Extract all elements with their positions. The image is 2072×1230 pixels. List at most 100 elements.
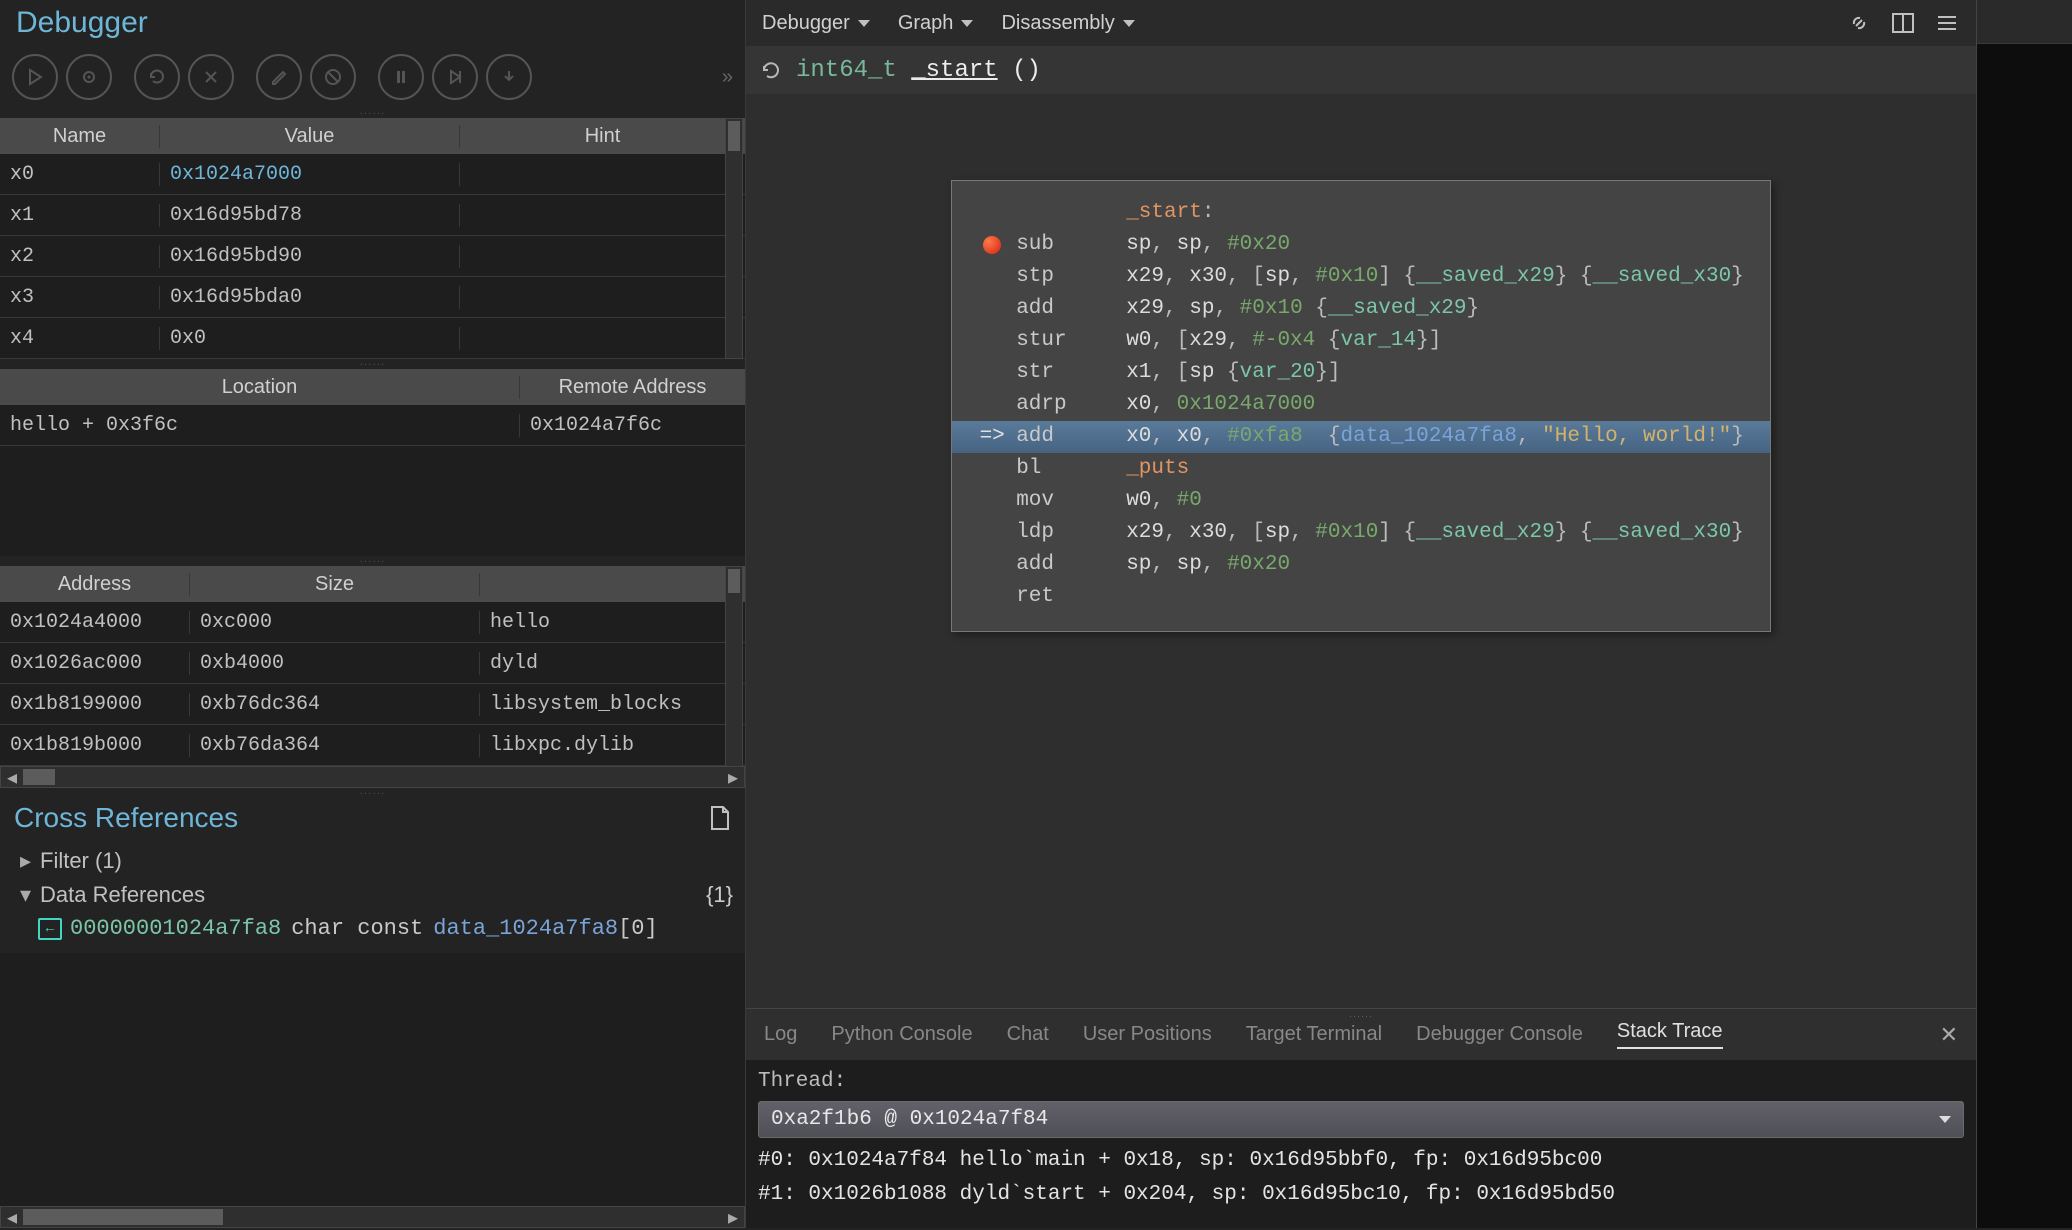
disasm-line[interactable]: movw0, #0: [968, 485, 1744, 517]
function-parens: (): [1012, 57, 1041, 84]
disasm-line[interactable]: sturw0, [x29, #-0x4 {var_14}]: [968, 325, 1744, 357]
xref-address: 00000001024a7fa8: [70, 916, 281, 941]
step-into-button[interactable]: [486, 54, 532, 100]
caret-down-icon: [858, 20, 870, 27]
splitter-handle[interactable]: ······: [1349, 1011, 1373, 1021]
table-row[interactable]: x40x0: [0, 318, 745, 359]
xref-item[interactable]: ← 00000001024a7fa8 char const data_1024a…: [20, 912, 733, 945]
xref-arrow-icon: ←: [38, 918, 62, 940]
col-header-address[interactable]: Address: [0, 573, 190, 596]
table-row[interactable]: x20x16d95bd90: [0, 236, 745, 277]
main-panel: Debugger Graph Disassembly int64_t _start …: [746, 0, 1976, 1228]
tab-chat[interactable]: Chat: [1007, 1023, 1049, 1046]
split-view-icon[interactable]: [1890, 10, 1916, 36]
edit-button[interactable]: [256, 54, 302, 100]
modules-scrollbar[interactable]: [725, 566, 743, 788]
filter-label: Filter (1): [40, 848, 122, 874]
col-header-remote-address[interactable]: Remote Address: [520, 376, 745, 399]
pause-button[interactable]: [378, 54, 424, 100]
cross-references-header: Cross References: [0, 798, 745, 842]
tab-stack-trace[interactable]: Stack Trace: [1617, 1020, 1723, 1049]
disclosure-right-icon: ▸: [20, 848, 40, 874]
xref-filter-row[interactable]: ▸ Filter (1): [20, 844, 733, 878]
cross-references-title: Cross References: [14, 802, 238, 834]
disasm-line[interactable]: addx29, sp, #0x10 {__saved_x29}: [968, 293, 1744, 325]
disasm-line[interactable]: addsp, sp, #0x20: [968, 549, 1744, 581]
xrefs-hscroll[interactable]: ◂ ▸: [0, 1206, 745, 1228]
disassembly-view[interactable]: _start:subsp, sp, #0x20stpx29, x30, [sp,…: [746, 94, 1976, 1008]
modules-hscroll[interactable]: ◂ ▸: [0, 766, 745, 788]
left-sidebar: Debugger » ······ Name Value Hint x00x10…: [0, 0, 746, 1228]
splitter-handle[interactable]: ······: [0, 788, 745, 798]
registers-scrollbar[interactable]: [725, 118, 743, 359]
restart-button[interactable]: [134, 54, 180, 100]
table-row[interactable]: x10x16d95bd78: [0, 195, 745, 236]
xref-type: char const: [291, 916, 423, 941]
stack-frame[interactable]: #0: 0x1024a7f84 hello`main + 0x18, sp: 0…: [758, 1144, 1964, 1178]
menu-disassembly[interactable]: Disassembly: [1001, 12, 1134, 35]
splitter-handle[interactable]: ······: [0, 108, 745, 118]
col-header-value[interactable]: Value: [160, 125, 460, 148]
col-header-hint[interactable]: Hint: [460, 125, 745, 148]
disasm-line[interactable]: ldpx29, x30, [sp, #0x10] {__saved_x29} {…: [968, 517, 1744, 549]
col-header-location[interactable]: Location: [0, 376, 520, 399]
table-row[interactable]: x00x1024a7000: [0, 154, 745, 195]
thread-select[interactable]: 0xa2f1b6 @ 0x1024a7f84: [758, 1101, 1964, 1138]
tab-user-positions[interactable]: User Positions: [1083, 1023, 1212, 1046]
tab-python-console[interactable]: Python Console: [831, 1023, 972, 1046]
tab-target-terminal[interactable]: Target Terminal: [1246, 1023, 1382, 1046]
disasm-line[interactable]: adrpx0, 0x1024a7000: [968, 389, 1744, 421]
xref-index: [0]: [618, 916, 658, 941]
page-icon[interactable]: [709, 805, 731, 831]
stack-frame[interactable]: #1: 0x1026b1088 dyld`start + 0x204, sp: …: [758, 1178, 1964, 1212]
panel-title-debugger: Debugger: [0, 0, 745, 50]
splitter-handle[interactable]: ······: [0, 359, 745, 369]
xref-name: data_1024a7fa8: [433, 916, 618, 941]
disasm-line[interactable]: bl_puts: [968, 453, 1744, 485]
scroll-right-icon[interactable]: ▸: [722, 765, 744, 790]
scroll-right-icon[interactable]: ▸: [722, 1205, 744, 1230]
disclosure-down-icon: ▾: [20, 882, 40, 908]
disasm-line[interactable]: strx1, [sp {var_20}]: [968, 357, 1744, 389]
toolbar-overflow-icon[interactable]: »: [722, 66, 733, 89]
tab-log[interactable]: Log: [764, 1023, 797, 1046]
thread-selected: 0xa2f1b6 @ 0x1024a7f84: [771, 1108, 1048, 1131]
function-signature-bar: int64_t _start (): [746, 46, 1976, 94]
scroll-left-icon[interactable]: ◂: [1, 1205, 23, 1230]
table-row[interactable]: 0x1026ac0000xb4000dyld: [0, 643, 745, 684]
table-row[interactable]: x30x16d95bda0: [0, 277, 745, 318]
step-over-button[interactable]: [432, 54, 478, 100]
function-name[interactable]: _start: [911, 57, 997, 84]
disassembly-block: _start:subsp, sp, #0x20stpx29, x30, [sp,…: [951, 180, 1771, 632]
splitter-handle[interactable]: ······: [0, 556, 745, 566]
disasm-line[interactable]: =>addx0, x0, #0xfa8 {data_1024a7fa8, "He…: [952, 421, 1770, 453]
modules-table: Address Size 0x1024a40000xc000hello0x102…: [0, 566, 745, 788]
xref-data-refs-row[interactable]: ▾ Data References {1}: [20, 878, 733, 912]
disasm-line[interactable]: ret: [968, 581, 1744, 613]
stop-button[interactable]: [188, 54, 234, 100]
target-button[interactable]: [66, 54, 112, 100]
close-icon[interactable]: ✕: [1940, 1022, 1958, 1048]
scroll-left-icon[interactable]: ◂: [1, 765, 23, 790]
cross-references-list: ▸ Filter (1) ▾ Data References {1} ← 000…: [0, 842, 745, 953]
table-row[interactable]: 0x1024a40000xc000hello: [0, 602, 745, 643]
menu-debugger[interactable]: Debugger: [762, 12, 870, 35]
data-references-label: Data References: [40, 882, 205, 908]
table-row[interactable]: 0x1b81990000xb76dc364libsystem_blocks: [0, 684, 745, 725]
breakpoint-icon[interactable]: [983, 236, 1001, 254]
col-header-name[interactable]: Name: [0, 125, 160, 148]
col-header-size[interactable]: Size: [190, 573, 480, 596]
refresh-icon[interactable]: [760, 59, 782, 81]
table-row[interactable]: hello + 0x3f6c0x1024a7f6c: [0, 405, 745, 446]
disasm-line[interactable]: stpx29, x30, [sp, #0x10] {__saved_x29} {…: [968, 261, 1744, 293]
right-collapsed-panel[interactable]: [1976, 0, 2072, 1228]
link-icon[interactable]: [1846, 10, 1872, 36]
tab-debugger-console[interactable]: Debugger Console: [1416, 1023, 1583, 1046]
menu-graph[interactable]: Graph: [898, 12, 974, 35]
play-button[interactable]: [12, 54, 58, 100]
no-entry-button[interactable]: [310, 54, 356, 100]
caret-down-icon: [1123, 20, 1135, 27]
disasm-line[interactable]: subsp, sp, #0x20: [968, 229, 1744, 261]
table-row[interactable]: 0x1b819b0000xb76da364libxpc.dylib: [0, 725, 745, 766]
hamburger-icon[interactable]: [1934, 10, 1960, 36]
